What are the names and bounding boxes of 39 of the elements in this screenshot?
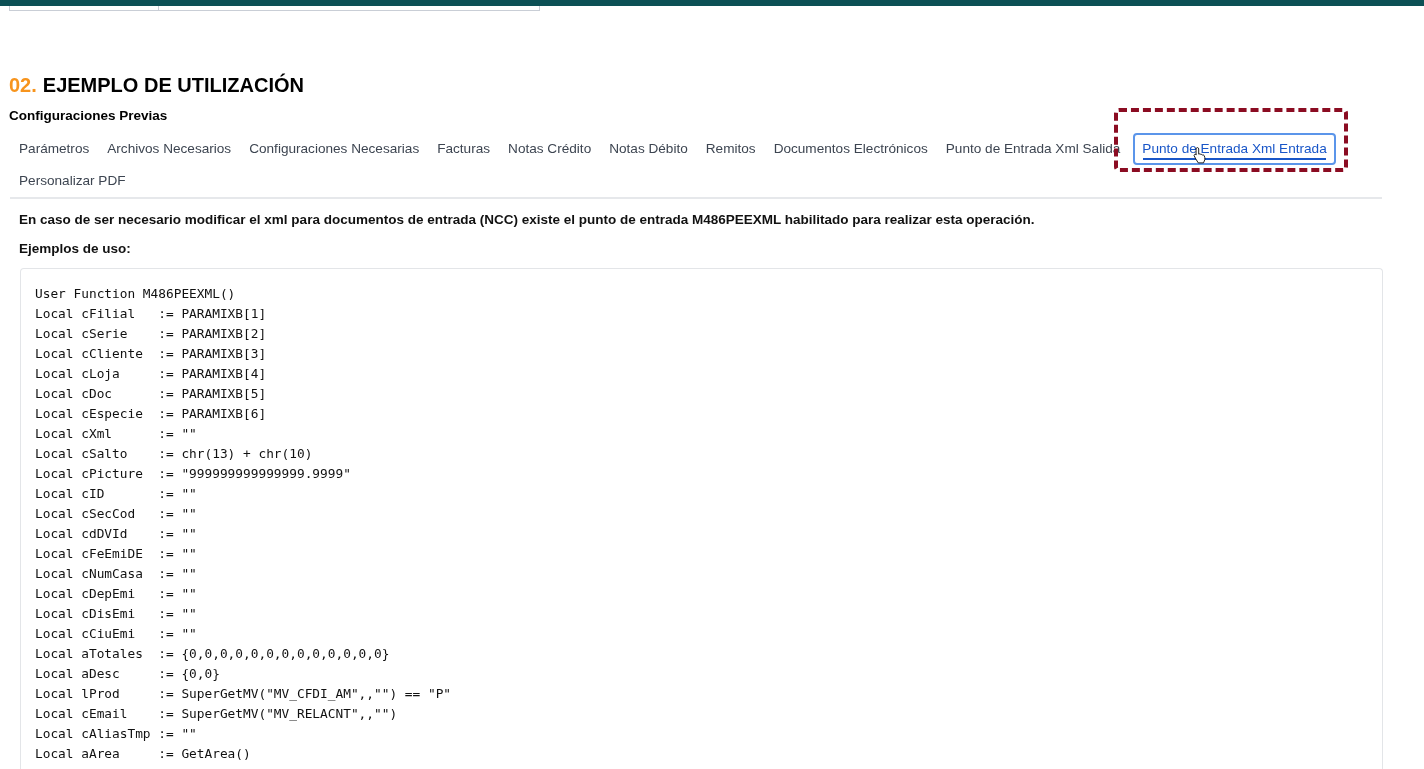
section-title: EJEMPLO DE UTILIZACIÓN bbox=[42, 74, 304, 96]
code-line: Local cEmail := SuperGetMV("MV_RELACNT",,"") bbox=[35, 705, 398, 723]
section-number: 02. bbox=[9, 74, 37, 96]
tab[interactable]: Configuraciones Necesarias bbox=[240, 133, 429, 165]
section-subtitle: Configuraciones Previas bbox=[9, 108, 169, 123]
tab[interactable]: Remitos bbox=[696, 133, 765, 165]
tab[interactable]: Notas Débito bbox=[600, 133, 697, 165]
examples-label: Ejemplos de uso: bbox=[19, 241, 132, 256]
code-line: Local cID := "" bbox=[35, 485, 197, 503]
code-line: User Function M486PEEXML() bbox=[35, 285, 236, 303]
code-line: Local cCliente := PARAMIXB[3] bbox=[35, 345, 267, 363]
code-line: Local cFilial := PARAMIXB[1] bbox=[35, 305, 267, 323]
tab[interactable]: Archivos Necesarios bbox=[98, 133, 241, 165]
code-line: Local cEspecie := PARAMIXB[6] bbox=[35, 405, 267, 423]
code-line: Local cCiuEmi := "" bbox=[35, 625, 197, 643]
tab[interactable]: Notas Crédito bbox=[499, 133, 601, 165]
code-line: Local aTotales := {0,0,0,0,0,0,0,0,0,0,0,0,0} bbox=[35, 645, 390, 663]
code-line: Local cAliasTmp := "" bbox=[35, 725, 197, 743]
tab[interactable]: Documentos Electrónicos bbox=[764, 133, 937, 165]
code-line: Local cdDVId := "" bbox=[35, 525, 197, 543]
tab[interactable]: Facturas bbox=[428, 133, 500, 165]
code-line: Local cFeEmiDE := "" bbox=[35, 545, 197, 563]
tab[interactable]: Punto de Entrada Xml Entrada bbox=[1133, 133, 1336, 165]
code-line: Local cLoja := PARAMIXB[4] bbox=[35, 365, 267, 383]
tab[interactable]: Personalizar PDF bbox=[10, 165, 135, 197]
code-line: Local cPicture := "999999999999999.9999" bbox=[35, 465, 351, 483]
code-line: Local aArea := GetArea() bbox=[35, 745, 251, 763]
code-line: Local aDesc := {0,0} bbox=[35, 665, 220, 683]
code-line: Local lProd := SuperGetMV("MV_CFDI_AM",,"") == "P" bbox=[35, 685, 452, 703]
code-line: Local cSerie := PARAMIXB[2] bbox=[35, 325, 267, 343]
code-line: Local cNumCasa := "" bbox=[35, 565, 197, 583]
code-line: Local cSalto := chr(13) + chr(10) bbox=[35, 445, 313, 463]
code-line: Local cDepEmi := "" bbox=[35, 585, 197, 603]
code-line: Local cXml := "" bbox=[35, 425, 197, 443]
description-text: En caso de ser necesario modificar el xml para documentos de entrada (NCC) existe el punto de entrada M486PEEXML habilitado para realizar esta operación. bbox=[19, 212, 1036, 227]
code-line: Local cDisEmi := "" bbox=[35, 605, 197, 623]
tab[interactable]: Parámetros bbox=[10, 133, 99, 165]
code-line: Local cSecCod := "" bbox=[35, 505, 197, 523]
code-line: Local cDoc := PARAMIXB[5] bbox=[35, 385, 267, 403]
